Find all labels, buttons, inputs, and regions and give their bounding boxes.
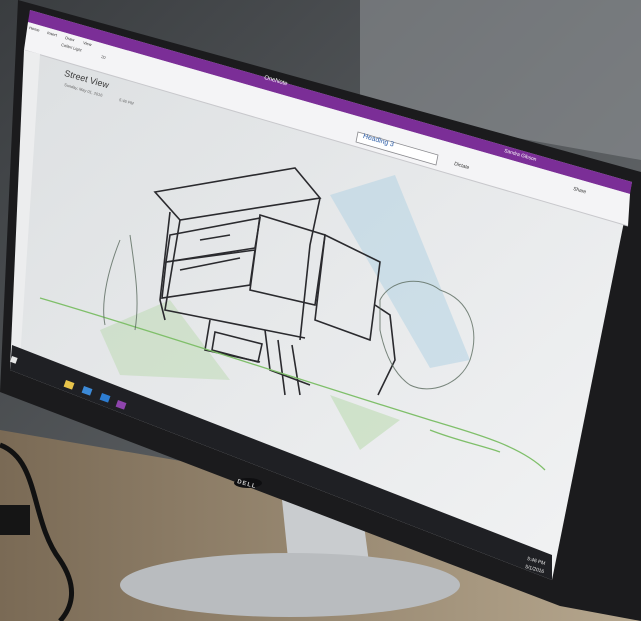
photo-scene: OneNote Sandra Gibson Home Insert Draw V… <box>0 0 641 621</box>
monitor-base <box>120 553 460 617</box>
power-adapter <box>0 505 30 535</box>
